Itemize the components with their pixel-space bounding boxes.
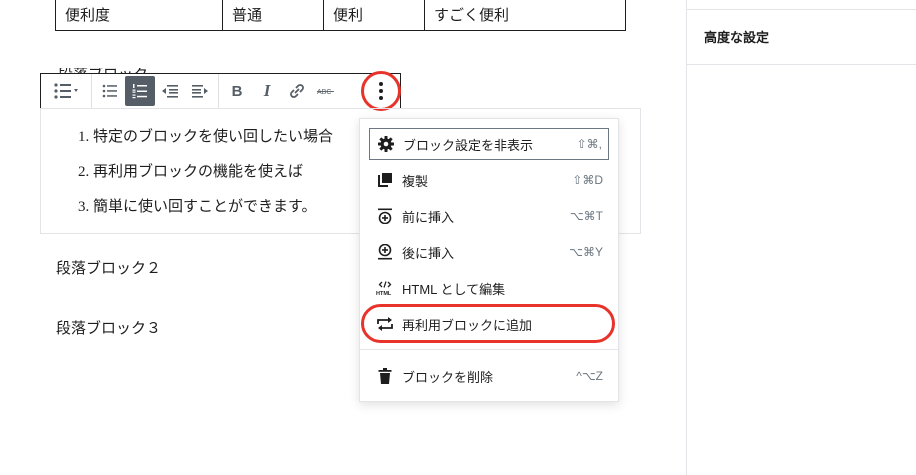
- italic-label: I: [263, 81, 271, 100]
- duplicate-item[interactable]: 複製 ⇧⌘D: [369, 164, 609, 196]
- menu-item-label: ブロック設定を非表示: [403, 137, 534, 153]
- table-row: 便利度 普通 便利 すごく便利: [55, 0, 626, 31]
- comparison-table: 便利度 普通 便利 すごく便利: [55, 0, 626, 31]
- bold-label: B: [231, 82, 243, 100]
- gear-icon: [377, 135, 395, 153]
- table-cell[interactable]: すごく便利: [424, 0, 626, 31]
- list-format-group: [92, 74, 219, 108]
- menu-item-shortcut: ⇧⌘D: [572, 173, 603, 187]
- more-options-button[interactable]: [361, 71, 401, 111]
- italic-button[interactable]: I: [252, 76, 282, 106]
- menu-item-shortcut: ⌥⌘T: [569, 209, 603, 223]
- advanced-settings-toggle[interactable]: 高度な設定: [704, 27, 769, 46]
- remove-block-item[interactable]: ブロックを削除 ^⌥Z: [369, 360, 609, 392]
- bullet-list-icon: [102, 84, 117, 98]
- block-switcher-group: [41, 74, 92, 108]
- edit-as-html-item[interactable]: HTML HTML として編集: [369, 272, 609, 304]
- block-toolbar: B I ABC: [40, 73, 401, 109]
- ordered-list-button[interactable]: [125, 76, 155, 106]
- block-settings-menu: ブロック設定を非表示 ⇧⌘, 複製 ⇧⌘D 前に挿入 ⌥⌘T 後に挿入 ⌥⌘Y …: [359, 118, 619, 402]
- copy-icon: [376, 171, 394, 189]
- strikethrough-icon: ABC: [317, 89, 334, 96]
- menu-item-shortcut: ⌥⌘Y: [569, 245, 603, 259]
- unordered-list-button[interactable]: [95, 76, 125, 106]
- paragraph-block[interactable]: 段落ブロック２: [56, 257, 161, 278]
- strikethrough-button[interactable]: ABC: [312, 76, 342, 106]
- insert-before-icon: [376, 207, 394, 225]
- numbered-list-icon: [132, 84, 147, 99]
- indent-button[interactable]: [185, 76, 215, 106]
- highlight-annotation: [361, 304, 615, 343]
- table-cell[interactable]: 便利度: [55, 0, 223, 31]
- menu-item-label: ブロックを削除: [402, 369, 494, 385]
- table-cell[interactable]: 普通: [222, 0, 324, 31]
- link-icon: [290, 84, 304, 98]
- insert-after-icon: [376, 243, 394, 261]
- insert-before-item[interactable]: 前に挿入 ⌥⌘T: [369, 200, 609, 232]
- menu-item-shortcut: ^⌥Z: [576, 369, 603, 383]
- bold-button[interactable]: B: [222, 76, 252, 106]
- outdent-icon: [162, 85, 178, 98]
- svg-text:HTML: HTML: [376, 291, 392, 296]
- block-type-switcher-button[interactable]: [44, 76, 88, 106]
- menu-divider: [360, 349, 618, 350]
- indent-icon: [192, 85, 208, 98]
- list-item[interactable]: 3. 簡単に使い回すことができます。: [78, 198, 333, 233]
- menu-item-label: HTML として編集: [402, 281, 506, 297]
- menu-item-label: 前に挿入: [402, 209, 455, 225]
- vertical-ellipsis-icon: [379, 82, 383, 100]
- html-icon: HTML: [376, 279, 394, 297]
- menu-item-shortcut: ⇧⌘,: [576, 137, 602, 151]
- trash-icon: [376, 367, 394, 385]
- paragraph-block[interactable]: 段落ブロック３: [56, 317, 161, 338]
- menu-item-label: 複製: [402, 173, 429, 189]
- svg-text:ABC: ABC: [317, 89, 331, 96]
- settings-sidebar: 高度な設定: [686, 0, 916, 475]
- ordered-list: 1. 特定のブロックを使い回したい場合 2. 再利用ブロックの機能を使えば 3.…: [78, 128, 333, 233]
- sidebar-divider: [687, 9, 916, 10]
- insert-after-item[interactable]: 後に挿入 ⌥⌘Y: [369, 236, 609, 268]
- list-item[interactable]: 1. 特定のブロックを使い回したい場合: [78, 128, 333, 163]
- sidebar-divider: [687, 64, 916, 65]
- outdent-button[interactable]: [155, 76, 185, 106]
- list-item[interactable]: 2. 再利用ブロックの機能を使えば: [78, 163, 333, 198]
- link-button[interactable]: [282, 76, 312, 106]
- formatting-group: B I ABC: [219, 74, 345, 108]
- table-cell[interactable]: 便利: [323, 0, 425, 31]
- hide-block-settings-item[interactable]: ブロック設定を非表示 ⇧⌘,: [369, 128, 609, 160]
- menu-item-label: 後に挿入: [402, 245, 455, 261]
- list-icon: [54, 83, 78, 99]
